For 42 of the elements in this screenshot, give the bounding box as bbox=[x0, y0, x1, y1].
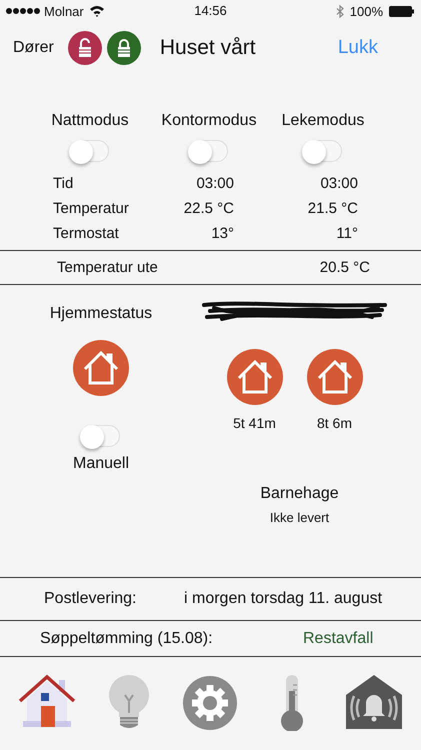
mode-label: Nattmodus bbox=[51, 112, 129, 130]
house-icon bbox=[81, 349, 121, 387]
row-label: Tid bbox=[53, 175, 74, 192]
carrier-name: Molnar bbox=[44, 4, 84, 18]
close-button[interactable]: Lukk bbox=[338, 37, 378, 59]
wifi-icon bbox=[88, 5, 105, 17]
manual-label: Manuell bbox=[72, 455, 130, 473]
battery-percent: 100% bbox=[350, 4, 383, 18]
row-value: 13° bbox=[210, 225, 234, 242]
row-label: Temperatur bbox=[53, 200, 130, 217]
kindergarten-label: Barnehage bbox=[260, 485, 339, 503]
mode-label: Kontormodus bbox=[161, 112, 257, 130]
locked-padlock-button[interactable] bbox=[106, 31, 141, 65]
outdoor-value: 20.5 °C bbox=[320, 259, 370, 276]
info-value: i morgen torsdag 11. august bbox=[184, 590, 382, 608]
mode-switch[interactable] bbox=[190, 140, 228, 162]
bluetooth-icon bbox=[336, 4, 344, 18]
row-value: 11° bbox=[335, 225, 358, 242]
row-label: Termostat bbox=[53, 225, 120, 242]
mode-switch[interactable] bbox=[71, 140, 109, 162]
outdoor-label: Temperatur ute bbox=[57, 259, 158, 276]
home-status-label: Hjemmestatus bbox=[50, 305, 152, 324]
manual-switch[interactable] bbox=[82, 425, 120, 447]
battery-icon bbox=[389, 6, 415, 16]
unlocked-padlock-button[interactable] bbox=[68, 31, 102, 65]
row-value: 03:00 bbox=[319, 175, 358, 192]
clock-time: 14:56 bbox=[193, 3, 228, 18]
info-label: Postlevering: bbox=[43, 590, 138, 608]
mode-switch[interactable] bbox=[304, 140, 342, 162]
row-value: 21.5 °C bbox=[306, 200, 358, 217]
kindergarten-status: Ikke levert bbox=[270, 510, 330, 525]
info-value: Restavfall bbox=[303, 630, 374, 648]
time-away: 8t 6m bbox=[316, 415, 352, 431]
row-value: 22.5 °C bbox=[182, 200, 234, 217]
page-title: Huset vårt bbox=[160, 36, 256, 60]
alarm-bell-icon bbox=[344, 672, 404, 730]
signal-icon bbox=[6, 8, 40, 14]
doors-label: Dører bbox=[13, 39, 54, 57]
time-away: 5t 41m bbox=[233, 415, 276, 431]
info-label: Søppeltømming (15.08): bbox=[39, 630, 214, 648]
mode-label: Lekemodus bbox=[282, 112, 364, 130]
row-value: 03:00 bbox=[195, 175, 234, 192]
